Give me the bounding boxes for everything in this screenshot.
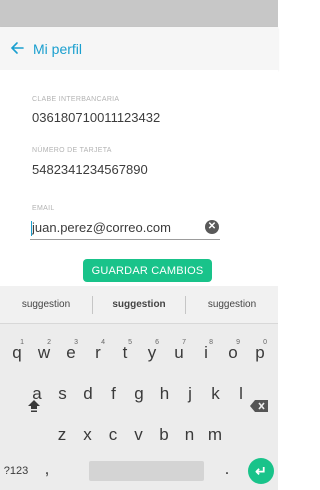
key-hint: 0 [263,339,267,346]
keyboard: suggestion suggestion suggestion q1w2e3r… [0,286,278,490]
key-label: s [58,384,67,403]
key-n[interactable]: n [177,420,203,450]
key-f[interactable]: f [101,379,127,409]
key-q[interactable]: q1 [4,338,30,368]
shift-icon[interactable] [21,391,47,421]
comma-key[interactable]: , [34,454,60,484]
key-j[interactable]: j [177,379,203,409]
key-hint: 3 [74,339,78,346]
status-bar [0,0,278,27]
key-hint: 9 [236,339,240,346]
key-u[interactable]: u7 [166,338,192,368]
key-label: t [122,343,128,362]
clabe-label: CLABE INTERBANCARIA [32,96,120,103]
key-label: r [95,343,101,362]
key-g[interactable]: g [126,379,152,409]
key-hint: 2 [47,339,51,346]
period-key[interactable]: . [214,454,240,484]
key-v[interactable]: v [126,420,152,450]
key-label: c [108,425,118,444]
card-value: 5482341234567890 [32,162,148,177]
key-label: n [184,425,195,444]
key-b[interactable]: b [151,420,177,450]
key-hint: 4 [101,339,105,346]
key-i[interactable]: i8 [193,338,219,368]
key-label: d [83,384,93,403]
suggestion-left[interactable]: suggestion [0,286,92,324]
suggestion-bar: suggestion suggestion suggestion [0,286,278,324]
key-label: j [188,384,192,403]
clear-icon[interactable]: ✕ [205,220,219,234]
profile-form: CLABE INTERBANCARIA 036180710011123432 N… [0,70,278,286]
key-r[interactable]: r4 [85,338,111,368]
key-label: k [211,384,220,403]
clabe-value: 036180710011123432 [32,110,161,125]
card-label: NÚMERO DE TARJETA [32,147,112,154]
key-x[interactable]: x [75,420,101,450]
space-bar[interactable] [89,461,204,481]
key-label: b [159,425,169,444]
key-label: f [111,384,116,403]
key-y[interactable]: y6 [139,338,165,368]
key-p[interactable]: p0 [247,338,273,368]
app-bar: Mi perfil [0,27,278,70]
key-hint: 7 [182,339,186,346]
key-hint: 5 [128,339,132,346]
key-c[interactable]: c [100,420,126,450]
arrow-left-icon[interactable] [9,40,25,56]
key-t[interactable]: t5 [112,338,138,368]
key-z[interactable]: z [49,420,75,450]
key-e[interactable]: e3 [58,338,84,368]
key-s[interactable]: s [50,379,76,409]
enter-icon[interactable]: ↵ [248,458,274,484]
key-hint: 6 [155,339,159,346]
symbols-key[interactable]: ?123 [0,456,32,486]
key-label: l [239,384,243,403]
key-label: v [134,425,143,444]
key-hint: 1 [20,339,24,346]
key-k[interactable]: k [203,379,229,409]
key-h[interactable]: h [152,379,178,409]
key-d[interactable]: d [75,379,101,409]
backspace-icon[interactable] [246,391,272,421]
key-o[interactable]: o9 [220,338,246,368]
email-field[interactable] [30,216,220,240]
key-label: h [159,384,170,403]
key-label: z [57,425,67,444]
key-label: i [204,343,208,362]
key-label: m [207,425,223,444]
save-button[interactable]: GUARDAR CAMBIOS [83,259,212,282]
key-label: x [83,425,92,444]
page-title: Mi perfil [33,41,83,57]
key-hint: 8 [209,339,213,346]
key-label: g [134,384,144,403]
suggestion-middle[interactable]: suggestion [93,286,185,324]
suggestion-right[interactable]: suggestion [186,286,278,324]
key-w[interactable]: w2 [31,338,57,368]
text-cursor [31,221,32,236]
key-m[interactable]: m [202,420,228,450]
email-label: EMAIL [32,205,55,212]
